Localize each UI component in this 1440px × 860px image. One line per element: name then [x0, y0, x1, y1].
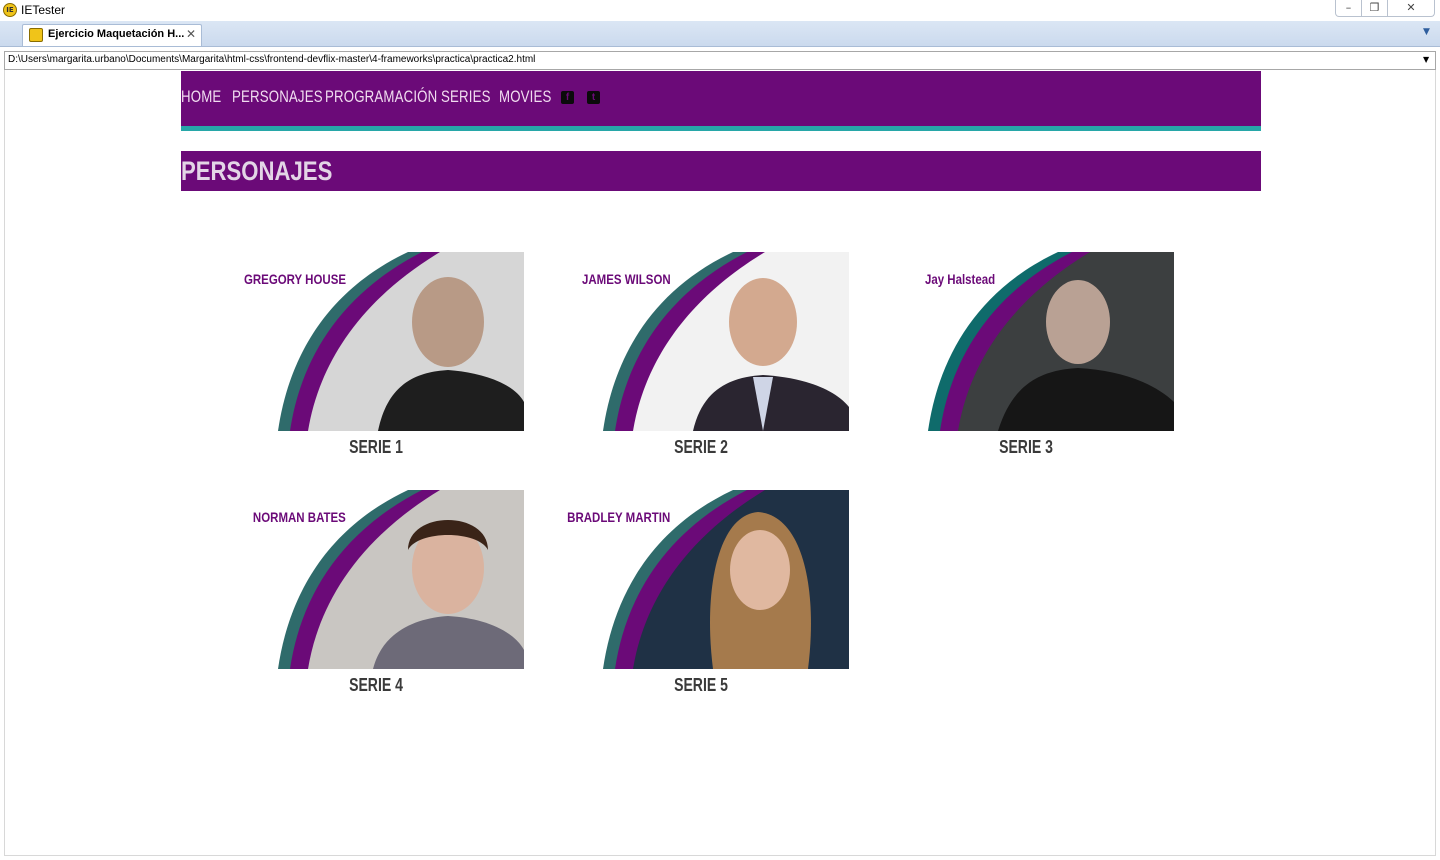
character-card[interactable]: JAMES WILSON [579, 252, 849, 431]
twitter-icon[interactable]: t [587, 90, 600, 104]
minimize-button[interactable]: – [1335, 0, 1362, 17]
nav-item-movies[interactable]: MOVIES [499, 87, 552, 107]
character-name: BRADLEY MARTIN [564, 507, 673, 527]
tab-bar: Ejercicio Maquetación H... ✕ ▼ [0, 21, 1440, 47]
tab-label: Ejercicio Maquetación H... [48, 28, 185, 40]
facebook-icon[interactable]: f [561, 90, 574, 104]
character-series-caption: SERIE 2 [674, 437, 728, 457]
character-card[interactable]: BRADLEY MARTIN [564, 490, 849, 669]
nav-item-personajes[interactable]: PERSONAJES [232, 87, 323, 107]
maximize-button[interactable]: ❐ [1361, 0, 1388, 17]
nav-item-programacion[interactable]: PROGRAMACIÓN [325, 87, 437, 107]
nav-item-series[interactable]: SERIES [441, 87, 491, 107]
character-series-caption: SERIE 4 [349, 675, 403, 695]
character-card[interactable]: NORMAN BATES [250, 490, 524, 669]
character-series-caption: SERIE 5 [674, 675, 728, 695]
site-navbar: HOME PERSONAJES PROGRAMACIÓN SERIES MOVI… [181, 71, 1261, 131]
character-series-caption: SERIE 3 [999, 437, 1053, 457]
character-card[interactable]: Jay Halstead [922, 252, 1174, 431]
section-title: PERSONAJES [181, 156, 333, 186]
character-name: JAMES WILSON [579, 269, 673, 289]
section-header: PERSONAJES [181, 151, 1261, 191]
address-bar[interactable]: D:\Users\margarita.urbano\Documents\Marg… [4, 51, 1436, 70]
nav-menu: HOME PERSONAJES PROGRAMACIÓN SERIES MOVI… [181, 87, 600, 107]
character-name: GREGORY HOUSE [241, 269, 348, 289]
character-card[interactable]: GREGORY HOUSE [241, 252, 524, 431]
nav-item-home[interactable]: HOME [181, 87, 221, 107]
address-input[interactable]: D:\Users\margarita.urbano\Documents\Marg… [8, 54, 535, 65]
window-title: IETester [21, 3, 66, 17]
address-dropdown-icon[interactable]: ▼ [1423, 55, 1429, 64]
page-icon [29, 28, 43, 42]
tab-close-icon[interactable]: ✕ [186, 27, 196, 41]
character-name: NORMAN BATES [250, 507, 348, 527]
page-viewport: HOME PERSONAJES PROGRAMACIÓN SERIES MOVI… [4, 70, 1436, 856]
ie-logo-icon: IE [3, 3, 17, 17]
window-titlebar: IE IETester – ❐ ✕ [0, 0, 1440, 22]
tab-list-dropdown-icon[interactable]: ▼ [1423, 27, 1430, 37]
close-window-button[interactable]: ✕ [1387, 0, 1435, 17]
tab-active[interactable]: Ejercicio Maquetación H... ✕ [22, 24, 202, 46]
character-name: Jay Halstead [922, 269, 998, 289]
character-series-caption: SERIE 1 [349, 437, 403, 457]
